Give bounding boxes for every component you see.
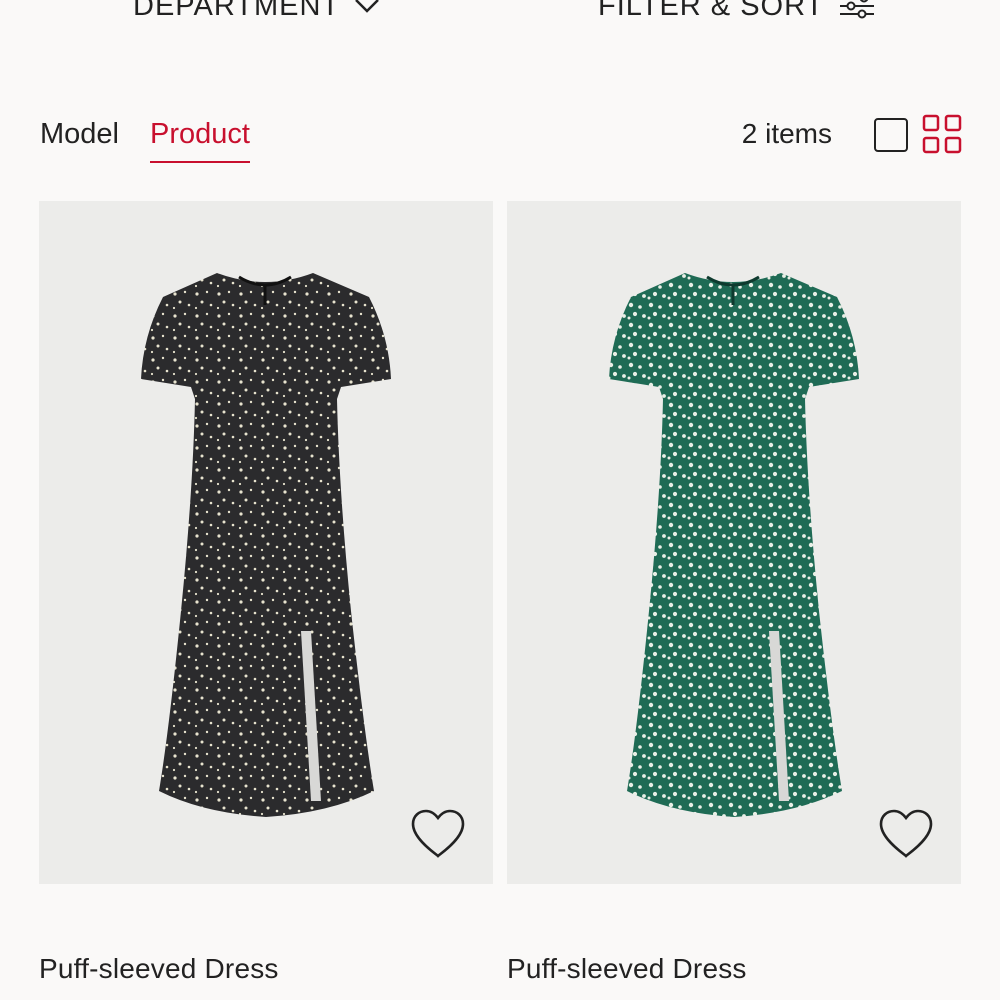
items-count: 2 items [741, 118, 832, 149]
product-name[interactable]: Puff-sleeved Dress [507, 953, 747, 985]
product-listing-page: DEPARTMENT FILTER & SORT Model Product 2… [0, 0, 1000, 1000]
tab-model[interactable]: Model [40, 118, 119, 151]
view-toggle-row: Model Product 2 items [40, 114, 962, 170]
dress-image [141, 273, 391, 817]
sliders-icon [840, 0, 875, 19]
heart-outline-icon[interactable] [409, 808, 467, 860]
filter-sort-button[interactable]: FILTER & SORT [598, 0, 876, 23]
tab-product[interactable]: Product [150, 118, 250, 163]
product-card[interactable]: Puff-sleeved Dress [39, 201, 493, 984]
dress-image [609, 273, 859, 817]
product-image[interactable] [39, 201, 493, 884]
department-label: DEPARTMENT [133, 0, 341, 22]
chevron-down-icon [355, 0, 379, 13]
department-dropdown[interactable]: DEPARTMENT [133, 0, 380, 23]
filter-sort-label: FILTER & SORT [598, 0, 825, 22]
heart-outline-icon[interactable] [877, 808, 935, 860]
single-column-icon[interactable] [874, 118, 908, 152]
top-bar: DEPARTMENT FILTER & SORT [0, 0, 1000, 28]
product-card[interactable]: Puff-sleeved Dress [507, 201, 961, 984]
product-name[interactable]: Puff-sleeved Dress [39, 953, 279, 985]
product-image[interactable] [507, 201, 961, 884]
grid-four-icon[interactable] [922, 114, 962, 154]
